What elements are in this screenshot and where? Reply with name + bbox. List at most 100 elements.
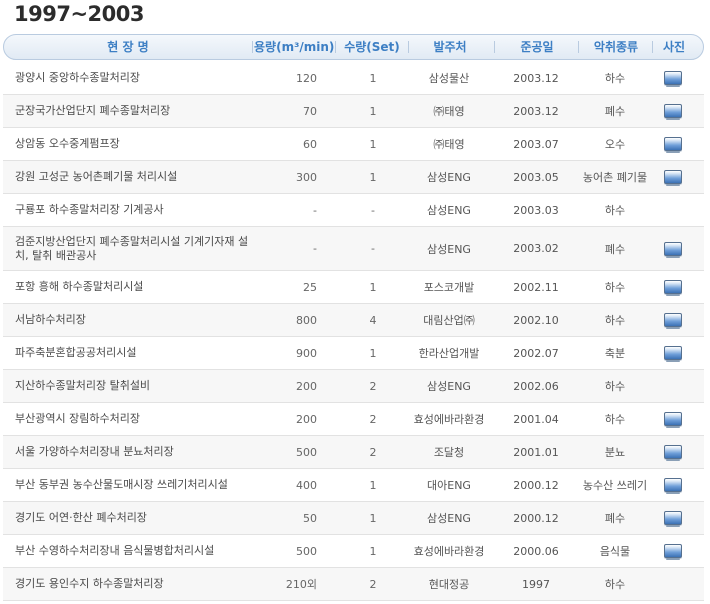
- header-client: 발주처: [433, 40, 467, 54]
- photo-cell: [653, 227, 693, 270]
- client-cell: 삼성ENG: [427, 204, 471, 217]
- capacity-cell: 120: [296, 71, 317, 85]
- completion-date-cell: 2001.04: [513, 412, 559, 426]
- odor-type-cell: 축분: [604, 347, 626, 360]
- client-cell: 현대정공: [428, 578, 470, 591]
- client-cell: 대림산업㈜: [423, 314, 475, 327]
- client-cell: 삼성ENG: [427, 380, 471, 393]
- client-cell: 조달청: [433, 446, 465, 459]
- site-name-cell: 구룡포 하수종말처리장 기계공사: [15, 203, 164, 216]
- odor-type-cell: 하수: [604, 281, 626, 294]
- odor-type-cell: 하수: [604, 413, 626, 426]
- photo-cell: [653, 304, 693, 336]
- photo-icon[interactable]: [664, 412, 682, 428]
- quantity-cell: 1: [369, 478, 377, 492]
- odor-type-cell: 폐수: [604, 242, 626, 256]
- quantity-cell: -: [371, 203, 375, 217]
- table-row: 부산 수영하수처리장내 음식물병합처리시설 500 1 효성에바라환경 2000.06 음…: [3, 535, 704, 568]
- completion-date-cell: 2003.03: [513, 203, 559, 217]
- table-row: 파주축분혼합공공처리시설 900 1 한라산업개발 2002.07 축분: [3, 337, 704, 370]
- photo-cell: [653, 502, 693, 534]
- quantity-cell: 1: [369, 170, 377, 184]
- capacity-cell: 400: [296, 478, 317, 492]
- site-name-cell: 검준지방산업단지 폐수종말처리시설 기계기자재 설치, 탈취 배관공사: [15, 234, 249, 262]
- site-name-cell: 서울 가양하수처리장내 분뇨처리장: [15, 445, 174, 458]
- photo-cell: [653, 568, 693, 600]
- header-photo: 사진: [662, 40, 686, 54]
- completion-date-cell: 2002.06: [513, 379, 559, 393]
- odor-type-cell: 농수산 쓰레기: [582, 479, 648, 492]
- photo-icon[interactable]: [664, 241, 682, 258]
- header-divider: [494, 41, 495, 53]
- site-name-cell: 상암동 오수중계펌프장: [15, 137, 120, 150]
- completion-date-cell: 2003.07: [513, 137, 559, 151]
- photo-cell: [653, 469, 693, 501]
- photo-cell: [653, 370, 693, 402]
- photo-cell: [653, 436, 693, 468]
- photo-icon[interactable]: [664, 313, 682, 329]
- capacity-cell: 900: [296, 346, 317, 360]
- table-row: 부산광역시 장림하수처리장 200 2 효성에바라환경 2001.04 하수: [3, 403, 704, 436]
- photo-icon[interactable]: [664, 346, 682, 362]
- photo-icon[interactable]: [664, 170, 682, 186]
- table-row: 광양시 중앙하수종말처리장 120 1 삼성물산 2003.12 하수: [3, 62, 704, 95]
- quantity-cell: 4: [369, 313, 377, 327]
- photo-cell: [653, 337, 693, 369]
- photo-icon[interactable]: [664, 71, 682, 87]
- completion-date-cell: 2002.11: [513, 280, 559, 294]
- odor-type-cell: 농어촌 폐기물: [582, 171, 648, 184]
- table-row: 군장국가산업단지 폐수종말처리장 70 1 ㈜태영 2003.12 폐수: [3, 95, 704, 128]
- table-body: 광양시 중앙하수종말처리장 120 1 삼성물산 2003.12 하수 군장국가산업단지 폐…: [3, 62, 704, 601]
- quantity-cell: 1: [369, 280, 377, 294]
- capacity-cell: 210외: [285, 578, 317, 591]
- client-cell: ㈜태영: [433, 105, 465, 118]
- photo-icon[interactable]: [664, 478, 682, 494]
- photo-icon[interactable]: [664, 104, 682, 120]
- table-row: 서울 가양하수처리장내 분뇨처리장 500 2 조달청 2001.01 분뇨: [3, 436, 704, 469]
- photo-cell: [653, 535, 693, 567]
- header-quantity: 수량(Set): [344, 40, 400, 54]
- capacity-cell: 50: [303, 511, 317, 525]
- site-name-cell: 군장국가산업단지 폐수종말처리장: [15, 104, 171, 117]
- photo-icon[interactable]: [664, 544, 682, 560]
- client-cell: 삼성물산: [428, 72, 470, 85]
- client-cell: 삼성ENG: [427, 242, 471, 256]
- client-cell: 대아ENG: [427, 479, 471, 492]
- completion-date-cell: 2003.12: [513, 104, 559, 118]
- photo-cell: [653, 271, 693, 303]
- completion-date-cell: 2000.12: [513, 511, 559, 525]
- completion-date-cell: 2002.10: [513, 313, 559, 327]
- table-row: 서남하수처리장 800 4 대림산업㈜ 2002.10 하수: [3, 304, 704, 337]
- client-cell: ㈜태영: [433, 138, 465, 151]
- client-cell: 삼성ENG: [427, 171, 471, 184]
- client-cell: 한라산업개발: [418, 347, 480, 360]
- capacity-cell: 200: [296, 379, 317, 393]
- photo-icon[interactable]: [664, 137, 682, 153]
- quantity-cell: 1: [369, 71, 377, 85]
- table-row: 구룡포 하수종말처리장 기계공사 - - 삼성ENG 2003.03 하수: [3, 194, 704, 227]
- header-site-name: 현 장 명: [107, 40, 149, 54]
- table-row: 지산하수종말처리장 탈취설비 200 2 삼성ENG 2002.06 하수: [3, 370, 704, 403]
- site-name-cell: 광양시 중앙하수종말처리장: [15, 71, 140, 84]
- completion-date-cell: 2000.12: [513, 478, 559, 492]
- header-completion-date: 준공일: [520, 40, 554, 54]
- quantity-cell: 1: [369, 544, 377, 558]
- odor-type-cell: 하수: [604, 578, 626, 591]
- photo-icon[interactable]: [664, 445, 682, 461]
- completion-date-cell: 2001.01: [513, 445, 559, 459]
- photo-icon[interactable]: [664, 511, 682, 527]
- capacity-cell: 800: [296, 313, 317, 327]
- odor-type-cell: 폐수: [604, 512, 626, 525]
- quantity-cell: 1: [369, 511, 377, 525]
- quantity-cell: 1: [369, 137, 377, 151]
- header-divider: [408, 41, 409, 53]
- site-name-cell: 부산광역시 장림하수처리장: [15, 412, 140, 425]
- quantity-cell: 1: [369, 104, 377, 118]
- photo-cell: [653, 194, 693, 226]
- quantity-cell: 2: [369, 379, 377, 393]
- photo-cell: [653, 403, 693, 435]
- client-cell: 삼성ENG: [427, 512, 471, 525]
- client-cell: 효성에바라환경: [413, 545, 485, 558]
- quantity-cell: 1: [369, 346, 377, 360]
- photo-icon[interactable]: [664, 280, 682, 296]
